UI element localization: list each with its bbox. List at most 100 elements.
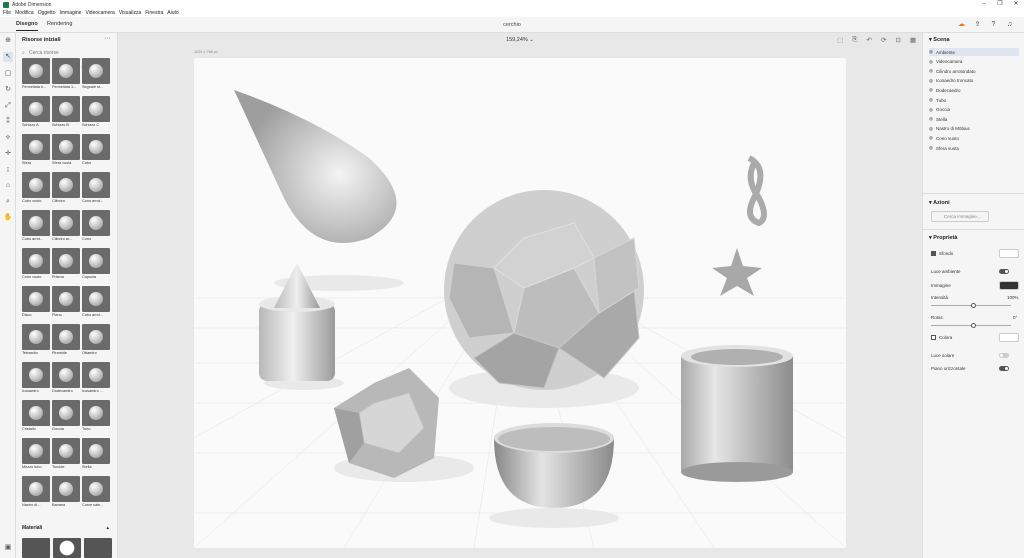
material-thumb[interactable] <box>53 538 81 558</box>
render-preview-icon[interactable]: ▦ <box>910 36 916 44</box>
magic-wand-icon[interactable]: ⁑ <box>3 117 13 127</box>
undo-view-icon[interactable]: ↶ <box>866 36 871 44</box>
hand-tool-icon[interactable]: ✋ <box>3 213 13 223</box>
assets-title[interactable]: Risorse iniziali <box>22 37 61 43</box>
asset-thumbnail[interactable]: Tubo <box>82 400 110 431</box>
dodecahedron[interactable] <box>334 368 439 478</box>
star[interactable] <box>712 248 762 296</box>
truncated-icosahedron[interactable] <box>444 190 644 390</box>
rotation-slider[interactable] <box>931 323 1011 328</box>
scene-title[interactable]: ▾ Scena <box>929 37 950 43</box>
scene-item[interactable]: ◍ Sfera vuota <box>929 144 1019 152</box>
pan-tool-icon[interactable]: ↨ <box>3 165 13 175</box>
asset-thumbnail[interactable]: Schizzo B <box>52 96 80 127</box>
background-color-swatch[interactable] <box>999 249 1019 258</box>
notification-icon[interactable]: ♫ <box>1005 20 1014 29</box>
asset-thumbnail[interactable]: Prisma <box>52 248 80 279</box>
scene-item[interactable]: ◍ Tubo <box>929 96 1019 104</box>
asset-thumbnail[interactable]: Banana <box>52 476 80 507</box>
asset-thumbnail[interactable]: Mezzo tubo <box>22 438 50 469</box>
dolly-tool-icon[interactable]: ⌂ <box>3 181 13 191</box>
asset-thumbnail[interactable]: Sfera vuota <box>52 134 80 165</box>
asset-thumbnail[interactable]: Pennellata 1... <box>52 58 80 89</box>
mobius-strip[interactable] <box>747 155 767 227</box>
move-tool-icon[interactable]: ▢ <box>3 69 13 79</box>
asset-thumbnail[interactable]: Curve sale... <box>82 476 110 507</box>
menu-file[interactable]: File <box>3 10 11 16</box>
share-icon[interactable]: ⇪ <box>973 20 982 29</box>
asset-thumbnail[interactable]: Disco <box>22 286 50 317</box>
rotate-tool-icon[interactable]: ↻ <box>3 85 13 95</box>
rounded-cylinder[interactable] <box>259 303 335 381</box>
asset-thumbnail[interactable]: Tetraedro <box>22 324 50 355</box>
asset-thumbnail[interactable]: Piano <box>52 286 80 317</box>
frame-icon[interactable]: ⬚ <box>837 36 843 44</box>
sample-tool-icon[interactable]: ⟡ <box>3 133 13 143</box>
help-icon[interactable]: ? <box>989 20 998 29</box>
orbit-view-icon[interactable]: ⟳ <box>881 36 886 44</box>
asset-thumbnail[interactable]: Cubo arrot... <box>22 210 50 241</box>
properties-title[interactable]: ▾ Proprietà <box>929 235 957 241</box>
asset-thumbnail[interactable]: Cristallo <box>22 400 50 431</box>
intensity-slider[interactable] <box>931 303 1011 308</box>
scene-item[interactable]: ◍ Ambiente <box>929 48 1019 56</box>
add-icon[interactable]: ⊕ <box>3 36 13 46</box>
asset-thumbnail[interactable]: Cilindro ar... <box>52 210 80 241</box>
asset-thumbnail[interactable]: Cubo arrot... <box>82 286 110 317</box>
menu-visualizza[interactable]: Visualizza <box>119 10 141 16</box>
scene-item[interactable]: ◍ Videocamera <box>929 58 1019 66</box>
menu-finestra[interactable]: Finestra <box>145 10 163 16</box>
color-swatch[interactable] <box>999 333 1019 342</box>
sun-light-toggle[interactable] <box>999 353 1009 358</box>
asset-thumbnail[interactable]: Ottaedro <box>82 324 110 355</box>
drop-shape[interactable] <box>234 90 397 243</box>
scale-tool-icon[interactable]: ⤢ <box>3 101 13 111</box>
asset-thumbnail[interactable]: Cubo <box>82 134 110 165</box>
hollow-sphere-bowl[interactable] <box>494 423 614 508</box>
asset-thumbnail[interactable]: Segnale st... <box>82 58 110 89</box>
asset-thumbnail[interactable]: Sfera <box>22 134 50 165</box>
asset-thumbnail[interactable]: Nastro di ... <box>22 476 50 507</box>
scene-item[interactable]: ◍ Nastro di Möbius <box>929 125 1019 133</box>
menu-aiuto[interactable]: Aiuto <box>167 10 178 16</box>
asset-thumbnail[interactable]: Cubo vuoto <box>22 172 50 203</box>
environment-image-thumb[interactable] <box>999 281 1019 290</box>
asset-thumbnail[interactable]: Dodecaedro <box>52 362 80 393</box>
background-checkbox[interactable] <box>931 251 936 256</box>
color-checkbox[interactable] <box>931 335 936 340</box>
orbit-tool-icon[interactable]: ✛ <box>3 149 13 159</box>
menu-videocamera[interactable]: Videocamera <box>85 10 114 16</box>
menu-modifica[interactable]: Modifica <box>15 10 34 16</box>
maximize-icon[interactable]: ❐ <box>992 0 1008 9</box>
3d-viewport[interactable] <box>194 58 846 548</box>
camera-icon[interactable]: ⊡ <box>895 36 900 44</box>
asset-thumbnail[interactable]: Goccia <box>52 400 80 431</box>
asset-thumbnail[interactable]: Icosaedro ... <box>82 362 110 393</box>
camera-bookmark-icon[interactable]: ⎘ <box>852 36 857 44</box>
scene-item[interactable]: ◍ Goccia <box>929 106 1019 114</box>
minimize-icon[interactable]: – <box>976 0 992 9</box>
asset-thumbnail[interactable]: Capsula <box>82 248 110 279</box>
actions-title[interactable]: ▾ Azioni <box>929 200 950 206</box>
asset-thumbnail[interactable]: Schizzo C <box>82 96 110 127</box>
asset-thumbnail[interactable]: Stella <box>82 438 110 469</box>
zoom-level[interactable]: 159,24% ⌄ <box>118 37 922 43</box>
ambient-light-toggle[interactable] <box>999 269 1009 274</box>
scene-item[interactable]: ◍ Cono vuoto <box>929 134 1019 142</box>
scene-item[interactable]: ◍ Dodecaedro <box>929 86 1019 94</box>
asset-thumbnail[interactable]: Pennellata b... <box>22 58 50 89</box>
zoom-tool-icon[interactable]: ⌕ <box>3 197 13 207</box>
cloud-icon[interactable]: ☁ <box>957 20 966 29</box>
menu-immagine[interactable]: Immagine <box>59 10 81 16</box>
asset-thumbnail[interactable]: Cilindro <box>52 172 80 203</box>
asset-thumbnail[interactable]: Toroide <box>52 438 80 469</box>
more-options-icon[interactable]: ··· <box>104 35 111 42</box>
material-thumb[interactable] <box>22 538 50 558</box>
panel-toggle-icon[interactable]: ▣ <box>3 543 13 553</box>
material-thumb[interactable] <box>84 538 112 558</box>
asset-thumbnail[interactable]: Piramide <box>52 324 80 355</box>
scene-item[interactable]: ◍ Cilindro arrotondato <box>929 67 1019 75</box>
asset-thumbnail[interactable]: Cono arrot... <box>82 172 110 203</box>
asset-thumbnail[interactable]: Cono vuoto <box>22 248 50 279</box>
tube[interactable] <box>681 345 793 482</box>
